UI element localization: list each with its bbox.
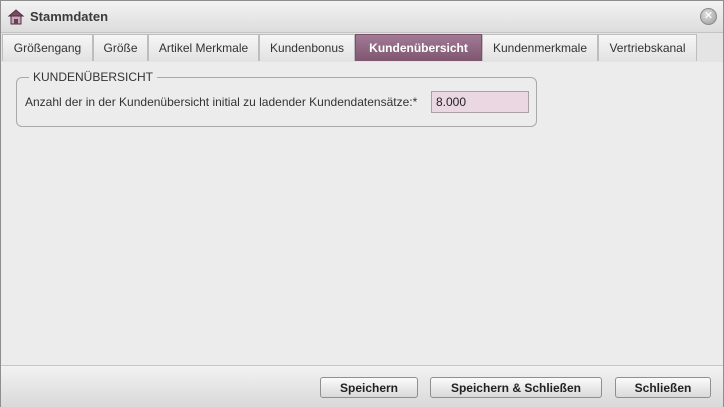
stammdaten-window: Stammdaten ✕ Größengang Größe Artikel Me… bbox=[0, 0, 724, 407]
close-button[interactable]: Schließen bbox=[615, 377, 711, 398]
tab-panel-kundenuebersicht: KUNDENÜBERSICHT Anzahl der in der Kunden… bbox=[1, 62, 723, 364]
house-icon bbox=[7, 9, 25, 25]
tab-kundenbonus[interactable]: Kundenbonus bbox=[259, 34, 355, 61]
save-button[interactable]: Speichern bbox=[320, 377, 418, 398]
fieldset-legend: KUNDENÜBERSICHT bbox=[29, 70, 158, 84]
tab-kundenuebersicht[interactable]: Kundenübersicht bbox=[355, 34, 482, 61]
title-bar[interactable]: Stammdaten ✕ bbox=[1, 1, 723, 33]
close-icon[interactable]: ✕ bbox=[700, 8, 717, 25]
tab-groesse[interactable]: Größe bbox=[93, 34, 148, 61]
initial-records-label: Anzahl der in der Kundenübersicht initia… bbox=[25, 95, 418, 109]
tab-strip: Größengang Größe Artikel Merkmale Kunden… bbox=[1, 33, 723, 63]
save-and-close-button[interactable]: Speichern & Schließen bbox=[430, 377, 602, 398]
tab-groessengang[interactable]: Größengang bbox=[2, 34, 93, 61]
kundenuebersicht-fieldset: KUNDENÜBERSICHT Anzahl der in der Kunden… bbox=[16, 70, 537, 127]
tab-kundenmerkmale[interactable]: Kundenmerkmale bbox=[482, 34, 598, 61]
tab-artikel-merkmale[interactable]: Artikel Merkmale bbox=[148, 34, 259, 61]
initial-records-input[interactable] bbox=[431, 91, 529, 113]
button-bar: Speichern Speichern & Schließen Schließe… bbox=[1, 365, 723, 407]
tab-vertriebskanal[interactable]: Vertriebskanal bbox=[598, 34, 697, 61]
window-title: Stammdaten bbox=[30, 9, 109, 24]
